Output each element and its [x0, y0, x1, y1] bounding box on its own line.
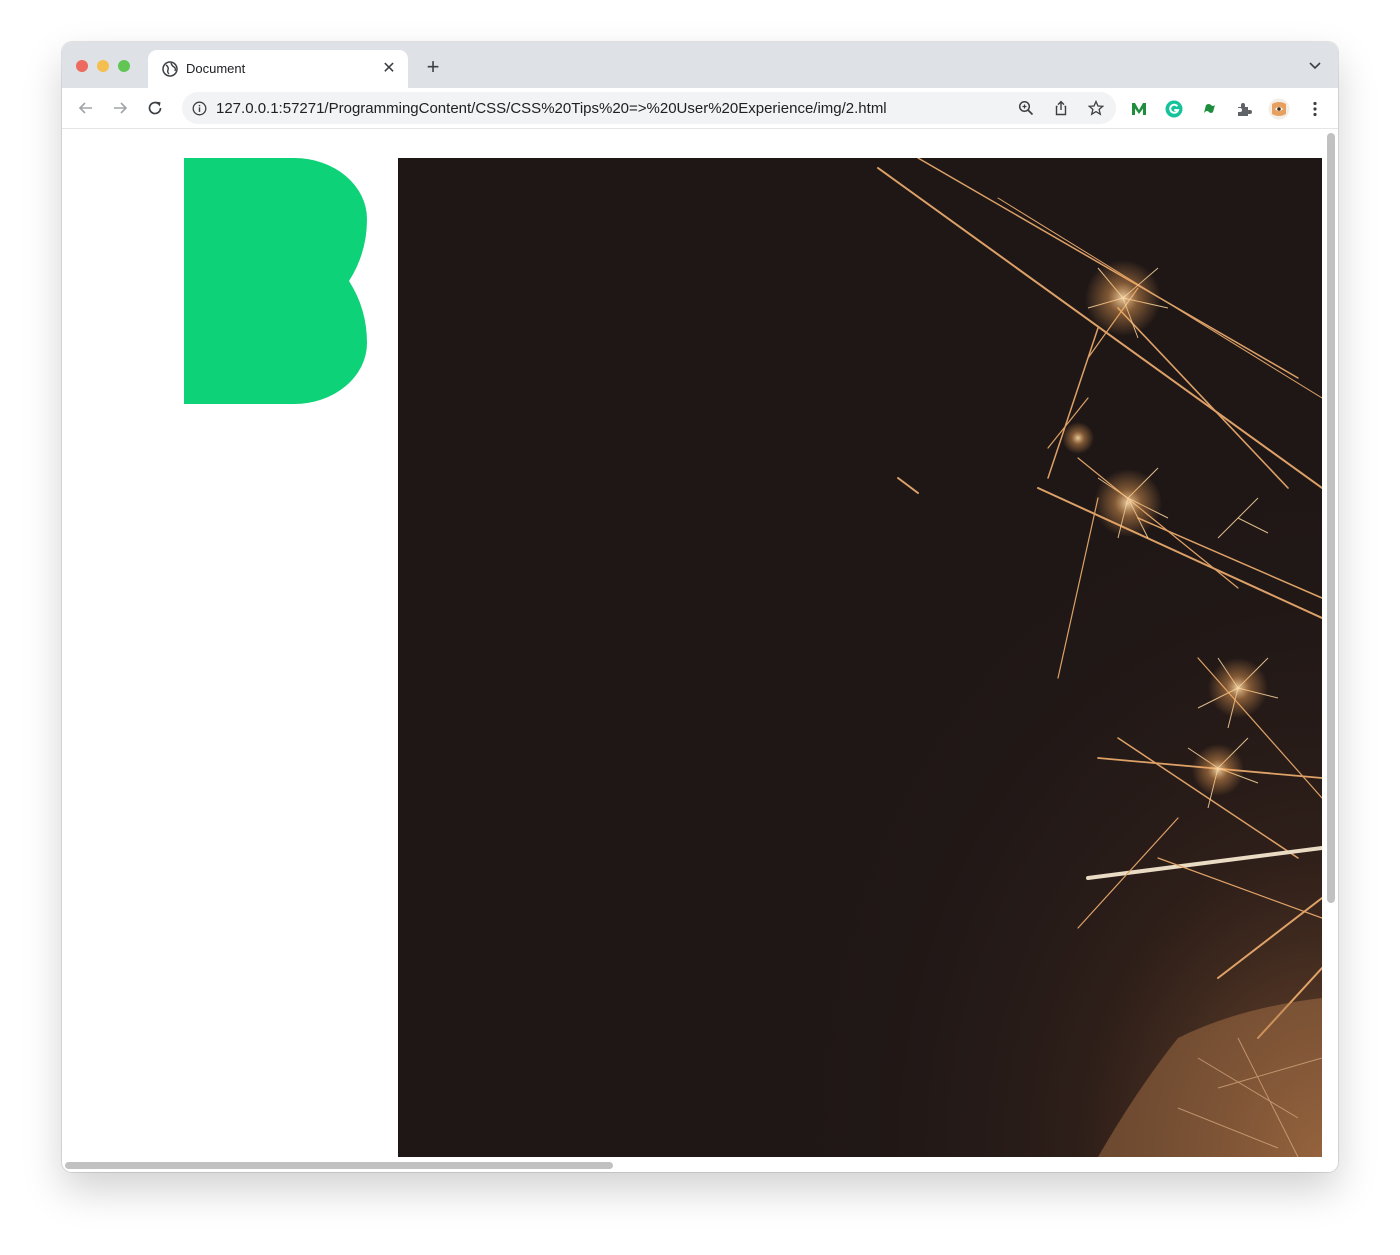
- horizontal-scrollbar-thumb[interactable]: [65, 1162, 613, 1169]
- bookmark-star-icon[interactable]: [1088, 100, 1104, 116]
- grammarly-icon[interactable]: [1165, 100, 1183, 118]
- reload-icon[interactable]: [145, 98, 165, 118]
- chevron-down-icon[interactable]: [1308, 58, 1322, 72]
- window-close-button[interactable]: [76, 60, 88, 72]
- share-icon[interactable]: [1053, 100, 1069, 116]
- browser-toolbar: 127.0.0.1:57271/ProgrammingContent/CSS/C…: [62, 88, 1338, 129]
- zoom-icon[interactable]: [1018, 100, 1034, 116]
- address-bar[interactable]: 127.0.0.1:57271/ProgrammingContent/CSS/C…: [182, 92, 1116, 124]
- forward-icon[interactable]: [110, 98, 130, 118]
- sparkler-photo: [398, 158, 1322, 1157]
- window-maximize-button[interactable]: [118, 60, 130, 72]
- info-icon[interactable]: [192, 101, 207, 116]
- sparkler-image: [778, 158, 1322, 1157]
- globe-icon: [162, 61, 178, 77]
- horizontal-scrollbar[interactable]: [62, 1159, 1338, 1172]
- letter-b-shape: [184, 158, 367, 404]
- tab-close-icon[interactable]: ✕: [380, 60, 398, 78]
- tab-document[interactable]: Document ✕: [148, 50, 408, 88]
- vertical-scrollbar[interactable]: [1324, 129, 1338, 1159]
- url-text[interactable]: 127.0.0.1:57271/ProgrammingContent/CSS/C…: [216, 100, 887, 117]
- new-tab-button[interactable]: +: [422, 56, 444, 79]
- tab-strip: Document ✕ +: [62, 42, 1338, 88]
- tab-title: Document: [186, 61, 246, 76]
- browser-window: Document ✕ + 127.0.0.1:57271/Programming…: [62, 42, 1338, 1172]
- puzzle-extensions-icon[interactable]: [1235, 100, 1253, 118]
- profile-avatar-icon[interactable]: [1268, 98, 1290, 120]
- vertical-scrollbar-thumb[interactable]: [1327, 133, 1335, 903]
- back-icon[interactable]: [76, 98, 96, 118]
- page-viewport: [62, 129, 1338, 1172]
- more-menu-icon[interactable]: [1306, 100, 1324, 118]
- window-minimize-button[interactable]: [97, 60, 109, 72]
- flag-extension-icon[interactable]: [1200, 100, 1218, 118]
- m-extension-icon[interactable]: [1130, 100, 1148, 118]
